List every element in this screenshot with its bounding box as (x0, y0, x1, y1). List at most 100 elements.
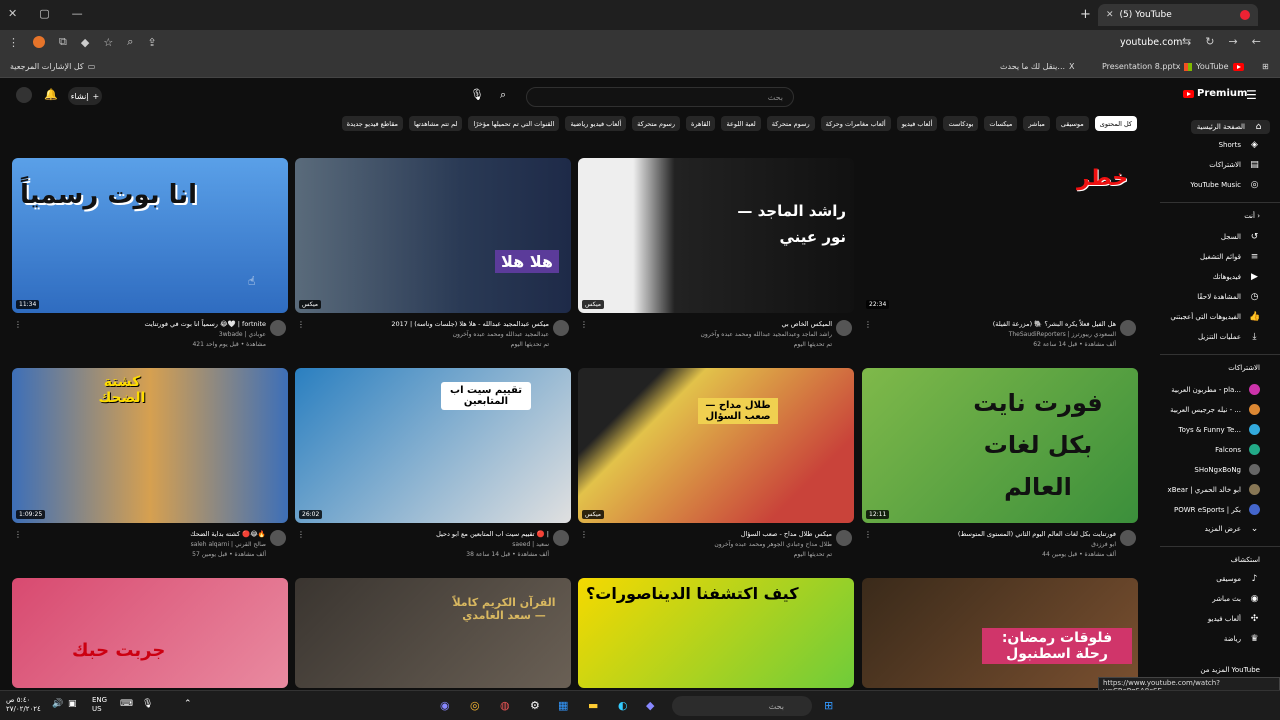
chip-12[interactable]: القنوات التي تم تحميلها مؤخرًا (468, 116, 560, 131)
video-thumbnail[interactable]: فورت نايت بكل لغات العالم 12:11 (862, 368, 1138, 523)
channel-avatar[interactable] (836, 530, 852, 546)
more-options-icon[interactable]: ⋮ (864, 320, 872, 329)
video-card[interactable]: فلوقات رمضان: رحلة اسطنبول (862, 578, 1138, 688)
more-options-icon[interactable]: ⋮ (580, 530, 588, 539)
language-indicator[interactable]: ENG US (92, 696, 107, 714)
channel-name[interactable]: 3wbade | عوبادي (219, 331, 266, 338)
discord-icon[interactable]: ◉ (440, 699, 450, 712)
channel-name[interactable]: راشد الماجد وعبدالمجيد عبدالله ومحمد عبد… (701, 331, 832, 338)
video-thumbnail[interactable]: خطر 22:34 (862, 158, 1138, 313)
video-title[interactable]: هل الفيل فعلاً يكره البشر؟ 🐘 (مزرعة الفي… (993, 320, 1116, 328)
channel-avatar[interactable] (836, 320, 852, 336)
sidebar-sub[interactable]: Falcons (1215, 444, 1260, 455)
keyboard-icon[interactable]: ⌨ (120, 699, 133, 709)
chip-14[interactable]: مقاطع فيديو جديدة (341, 116, 404, 131)
video-thumbnail[interactable]: هلا هلا ميكس (295, 158, 571, 313)
close-tab-icon[interactable]: ✕ (1106, 10, 1114, 20)
video-title[interactable]: ميكس طلال مداح - صعب السؤال (741, 530, 832, 538)
video-thumbnail[interactable]: كشتة الضحك 1:09:25 (12, 368, 288, 523)
chip-11[interactable]: ألعاب فيديو رياضية (565, 116, 627, 131)
youtube-premium-logo[interactable]: Premium (1183, 88, 1247, 99)
video-card[interactable]: انا بوت رسمياً 11:34 رسمياً انا بوت في ف… (12, 158, 288, 348)
chip-13[interactable]: لم تتم مشاهدتها (409, 116, 463, 131)
chip-0[interactable]: كل المحتوى (1094, 116, 1137, 131)
video-thumbnail[interactable]: راشد الماجد — نور عيني ميكس (578, 158, 854, 313)
video-thumbnail[interactable]: كيف اكتشفنا الديناصورات؟ (578, 578, 854, 688)
channel-avatar[interactable] (553, 320, 569, 336)
sidebar-item-watch-later[interactable]: المشاهدة لاحقًا ◷ (1197, 292, 1260, 302)
channel-avatar[interactable] (1120, 530, 1136, 546)
channel-name[interactable]: طلال مداح وعبادي الجوهر ومحمد عبده وآخرو… (714, 541, 832, 548)
more-options-icon[interactable]: ⋮ (297, 320, 305, 329)
bookmark-youtube[interactable]: YouTube (1196, 62, 1244, 71)
minimize-window-icon[interactable]: — (72, 7, 83, 20)
channel-name[interactable]: ابو فرزدق (1091, 541, 1116, 548)
sidebar-show-more[interactable]: عرض المزيد ⌄ (1205, 524, 1260, 534)
sidebar-sub[interactable]: نيله جرجيس العربية - ... (1170, 404, 1260, 415)
sidebar-item-your-videos[interactable]: فيديوهاتك ▶ (1213, 272, 1260, 282)
video-card[interactable]: طلال مداح — صعب السؤال ميكس ميكس طلال مد… (578, 368, 854, 558)
all-bookmarks[interactable]: كل الإشارات المرجعية ▭ (10, 62, 95, 71)
reload-icon[interactable]: ↻ (1205, 35, 1214, 48)
sidebar-item-playlists[interactable]: قوائم التشغيل ≡ (1200, 252, 1260, 262)
chip-7[interactable]: رسوم متحركة (766, 116, 815, 131)
video-card[interactable]: جربت حبك (12, 578, 288, 688)
more-options-icon[interactable]: ⋮ (14, 530, 22, 539)
video-card[interactable]: راشد الماجد — نور عيني ميكس الميكس الخاص… (578, 158, 854, 348)
close-window-icon[interactable]: ✕ (8, 7, 17, 20)
sidebar-item-shorts[interactable]: Shorts ◈ (1219, 140, 1260, 150)
settings-gear-icon[interactable]: ⚙ (530, 699, 540, 712)
you-heading[interactable]: أنت › (1244, 212, 1260, 220)
video-title[interactable]: كشته بداية الضحك 🔴😂🔥 (190, 530, 266, 538)
channel-avatar[interactable] (270, 530, 286, 546)
channel-name[interactable]: TheSaudiReporters | السعودي ريبورترز (1009, 331, 1116, 338)
channel-avatar[interactable] (553, 530, 569, 546)
video-card[interactable]: تقييم سيت اب المتابعين 26:02 تقييم سيت ا… (295, 368, 571, 558)
bookmark-x[interactable]: ينقل لك ما يحدث... X (1000, 62, 1075, 71)
chip-9[interactable]: القاهرة (685, 116, 716, 131)
video-title[interactable]: فورتنايت بكل لغات العالم اليوم الثاني (ا… (958, 530, 1116, 538)
extension-diamond-icon[interactable]: ◆ (81, 36, 89, 49)
voice-search-mic-icon[interactable]: 🎙 (470, 88, 484, 101)
chip-8[interactable]: لعبة اللوعة (721, 116, 761, 131)
show-hidden-icons[interactable]: ⌃ (184, 699, 192, 709)
edge-icon[interactable]: ◐ (618, 699, 628, 712)
taskbar-search[interactable]: بحث (672, 696, 812, 716)
more-options-icon[interactable]: ⋮ (580, 320, 588, 329)
bookmark-star-icon[interactable]: ☆ (103, 36, 113, 49)
video-thumbnail[interactable]: فلوقات رمضان: رحلة اسطنبول (862, 578, 1138, 688)
apps-grid-icon[interactable]: ⊞ (1262, 62, 1269, 71)
sidebar-sub[interactable]: POWR eSports | بكر (1174, 504, 1260, 515)
tab-youtube[interactable]: ✕ (5) YouTube (1098, 4, 1258, 26)
url-field[interactable]: youtube.com (1120, 37, 1182, 48)
sidebar-sub[interactable]: مطربون العربية - pla... (1171, 384, 1260, 395)
bookmark-presentation[interactable]: Presentation 8.pptx (1102, 62, 1193, 71)
clock[interactable]: ٥:٤٠ ص ٢٧/٠٢/٢٠٢٤ (6, 696, 41, 714)
video-card[interactable]: كشتة الضحك 1:09:25 كشته بداية الضحك 🔴😂🔥 … (12, 368, 288, 558)
chip-10[interactable]: رسوم متحركة (632, 116, 680, 131)
sidebar-item-downloads[interactable]: عمليات التنزيل ⤓ (1198, 332, 1260, 342)
channel-name[interactable]: saleh alqarni | صالح القرني (191, 541, 266, 548)
more-options-icon[interactable]: ⋮ (864, 530, 872, 539)
video-thumbnail[interactable]: جربت حبك (12, 578, 288, 688)
video-title[interactable]: ميكس عبدالمجيد عبدالله - هلا هلا (جلسات … (391, 320, 549, 328)
notifications-bell-icon[interactable]: 🔔 (44, 88, 58, 101)
sidebar-item-history[interactable]: السجل ↺ (1221, 232, 1260, 242)
channel-avatar[interactable] (270, 320, 286, 336)
app-icon[interactable]: ◆ (646, 699, 654, 712)
profile-icon[interactable] (33, 36, 45, 48)
store-icon[interactable]: ▦ (558, 699, 568, 712)
video-thumbnail[interactable]: انا بوت رسمياً 11:34 (12, 158, 288, 313)
menu-dots-icon[interactable]: ⋮ (8, 36, 19, 49)
search-icon[interactable]: ⌕ (500, 88, 506, 102)
chip-3[interactable]: ميكسات (984, 116, 1018, 131)
sidebar-sub[interactable]: xBear | ابو خالد الحمري (1168, 484, 1260, 495)
windows-start-icon[interactable]: ⊞ (824, 699, 833, 712)
new-tab-icon[interactable]: + (1080, 7, 1091, 22)
network-icon[interactable]: ▣ (68, 699, 77, 709)
sidebar-explore-music[interactable]: موسيقى ♪ (1216, 574, 1260, 584)
sidebar-explore-gaming[interactable]: ألعاب فيديو ✣ (1208, 614, 1260, 624)
sidebar-sub[interactable]: SHoNgxBoNg (1194, 464, 1260, 475)
create-button[interactable]: إنشاء + (68, 87, 102, 105)
more-options-icon[interactable]: ⋮ (297, 530, 305, 539)
